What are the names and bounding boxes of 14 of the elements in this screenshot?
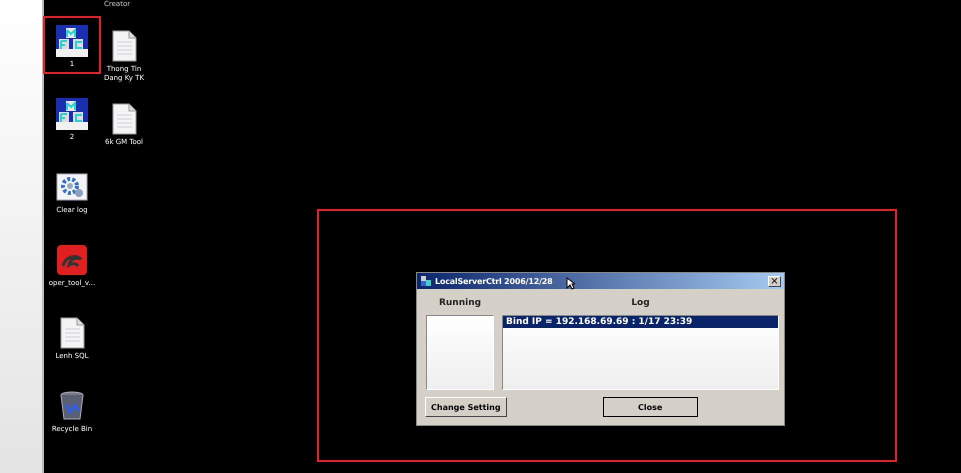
dialog-button[interactable]: Change Setting [425,397,507,417]
cursor-icon [566,277,575,290]
cubes-icon [56,98,88,130]
cubes-icon [56,25,88,57]
close-button[interactable]: × [768,276,781,286]
dialog-button[interactable]: Close [602,397,698,417]
log-heading: Log [630,297,651,310]
running-list[interactable] [426,315,494,390]
app-icon [56,244,88,276]
app-icon [420,275,432,287]
window-title: LocalServerCtrl 2006/12/28 [435,276,553,286]
gear-icon [56,171,88,203]
log-entry[interactable]: Bind IP = 192.168.69.69 : 1/17 23:39 [503,316,778,328]
running-heading: Running [438,297,482,310]
